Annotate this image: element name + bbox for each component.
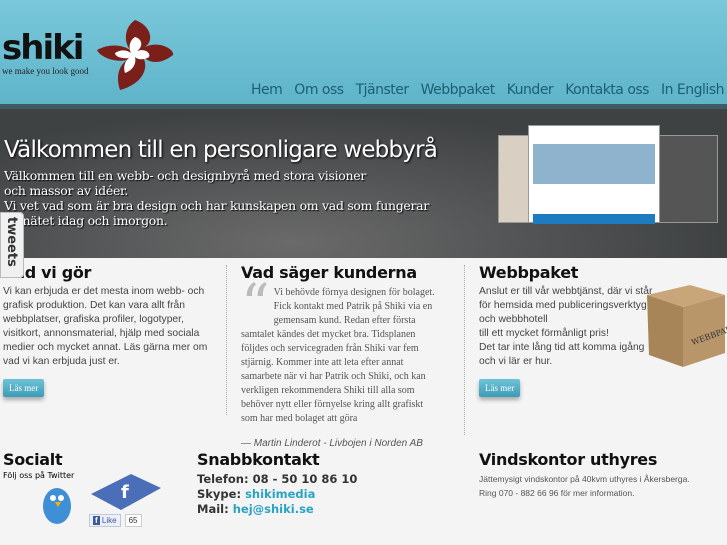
screenshot-right <box>658 135 718 223</box>
facebook-icon[interactable]: f <box>91 472 161 512</box>
facebook-like-button[interactable]: f Like <box>89 514 121 527</box>
header: shiki we make you look good Hem Om oss T… <box>0 0 727 106</box>
section-contact: Snabbkontakt Telefon: 08 - 50 10 86 10 S… <box>197 450 358 516</box>
tweets-tab[interactable]: tweets <box>0 212 24 278</box>
section-testimonial: Vad säger kunderna “Vi behövde förnya de… <box>241 263 435 449</box>
divider <box>226 265 227 415</box>
main-nav: Hem Om oss Tjänster Webbpaket Kunder Kon… <box>251 82 724 98</box>
hero-text: Välkommen till en webb- och designbyrå m… <box>4 168 430 228</box>
nav-kontakta-oss[interactable]: Kontakta oss <box>565 82 649 98</box>
section-vad-vi-gor: Vad vi gör Vi kan erbjuda er det mesta i… <box>3 263 223 397</box>
las-mer-button[interactable]: Läs mer <box>479 379 521 397</box>
nav-in-english[interactable]: In English <box>661 82 725 98</box>
nav-hem[interactable]: Hem <box>251 82 283 98</box>
nav-kunder[interactable]: Kunder <box>507 82 554 98</box>
section-office: Vindskontor uthyres Jättemysigt vindskon… <box>479 450 690 498</box>
hero-title: Välkommen till en personligare webbyrå <box>4 137 438 163</box>
divider <box>464 265 465 435</box>
flower-logo-icon <box>97 20 174 90</box>
section-social: Socialt Följ oss på Twitter f f Like 65 <box>3 450 193 527</box>
logo[interactable]: shiki we make you look good <box>2 30 88 76</box>
nav-tjanster[interactable]: Tjänster <box>356 82 410 98</box>
nav-om-oss[interactable]: Om oss <box>294 82 344 98</box>
las-mer-button[interactable]: Läs mer <box>3 379 45 397</box>
section-webbpaket: Webbpaket Anslut er till vår webbtjänst,… <box>479 263 727 397</box>
portfolio-screenshots[interactable] <box>498 125 718 225</box>
twitter-bird-icon[interactable] <box>39 482 75 526</box>
svg-text:f: f <box>121 482 129 503</box>
cardboard-box-icon: WEBBPAKET <box>647 285 727 367</box>
mail-link[interactable]: hej@shiki.se <box>233 502 314 516</box>
nav-webbpaket[interactable]: Webbpaket <box>421 82 496 98</box>
quote-icon: “ <box>241 273 270 338</box>
skype-link[interactable]: shikimedia <box>245 487 315 501</box>
like-count: 65 <box>124 514 142 527</box>
screenshot-center <box>528 125 660 224</box>
hero-banner: Välkommen till en personligare webbyrå V… <box>0 109 727 258</box>
